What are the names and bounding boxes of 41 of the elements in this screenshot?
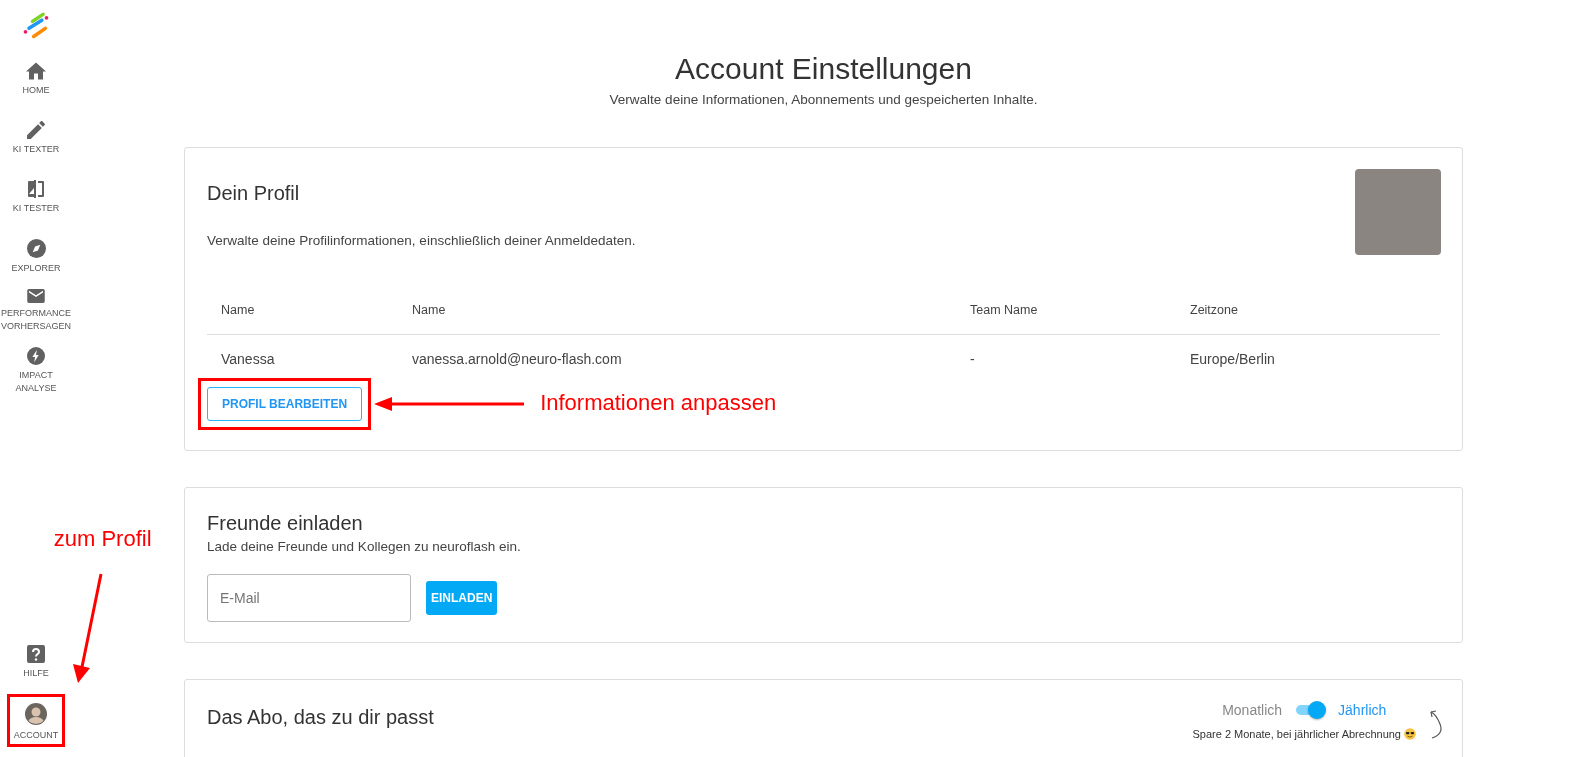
annotation-text: Informationen anpassen (540, 390, 777, 416)
card-title: Das Abo, das zu dir passt (207, 706, 434, 729)
pencil-icon (27, 121, 45, 139)
bolt-icon (27, 347, 45, 365)
page-title: Account Einstellungen (675, 52, 972, 86)
sidebar-item[interactable]: IMPACT ANALYSE (0, 347, 72, 395)
card-description: Verwalte deine Profilinformationen, einschließlich deiner Anmeldedaten. (207, 233, 637, 248)
annotation-text: zum Profil (53, 526, 152, 552)
sidebar-item[interactable]: KI TESTER (0, 180, 72, 215)
column-header: Zeitzone (1176, 286, 1440, 335)
sunglasses-smiley-icon (1404, 728, 1416, 740)
compare-icon (28, 180, 44, 198)
yearly-label: Jährlich (1338, 702, 1387, 718)
table-cell-text: Europe/Berlin (1189, 350, 1276, 369)
column-header: Name (207, 286, 398, 335)
page-subtitle: Verwalte deine Informationen, Abonnements und gespeicherten Inhalte. (609, 92, 1038, 107)
envelope-icon (27, 289, 45, 303)
card-title: Freunde einladen (207, 512, 364, 535)
card-title: Dein Profil (207, 182, 301, 205)
curved-arrow-icon (1428, 708, 1444, 740)
sidebar-item[interactable]: KI TEXTER (0, 121, 72, 156)
sidebar-item[interactable]: EXPLORER (0, 239, 72, 275)
sidebar-item[interactable]: HOME (0, 62, 72, 97)
sidebar-item[interactable]: HILFE (0, 645, 72, 680)
savings-note: Spare 2 Monate, bei jährlicher Abrechnung (1192, 728, 1401, 740)
column-header: Team Name (956, 286, 1176, 335)
sidebar-item[interactable]: ACCOUNT (13, 703, 59, 742)
billing-toggle[interactable] (1296, 700, 1325, 720)
sidebar-item[interactable]: PERFORMANCE VORHERSAGEN (0, 289, 72, 333)
compass-icon (26, 239, 46, 258)
email-field[interactable]: E-Mail (207, 574, 411, 622)
table-cell-text: vanessa.arnold@neuro-flash.com (411, 350, 623, 369)
monthly-label: Monatlich (1222, 702, 1283, 718)
table-cell-text: Vanessa (220, 350, 276, 369)
home-icon (26, 62, 46, 80)
table-cell-text: - (969, 350, 976, 369)
card-description: Lade deine Freunde und Kollegen zu neuroflash ein. (207, 539, 522, 554)
column-header: Name (398, 286, 956, 335)
avatar-icon (25, 703, 47, 725)
help-icon (27, 645, 45, 663)
logo-icon[interactable] (23, 12, 49, 40)
